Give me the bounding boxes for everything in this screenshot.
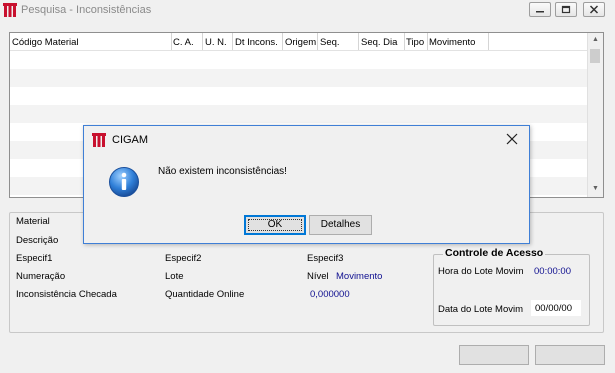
lote-label: Lote: [165, 271, 184, 282]
especif1-label: Especif1: [16, 253, 53, 264]
minimize-icon: [536, 11, 544, 13]
grid-empty-row: [10, 87, 590, 105]
column-header-codigo-material[interactable]: Código Material: [12, 37, 79, 48]
data-lote-value: 00/00/00: [535, 303, 572, 314]
column-separator[interactable]: [202, 33, 203, 50]
restore-button[interactable]: [555, 2, 577, 17]
column-separator[interactable]: [317, 33, 318, 50]
material-label: Material: [16, 216, 50, 227]
footer-button-1[interactable]: [459, 345, 529, 365]
grid-vertical-scrollbar[interactable]: ▲ ▼: [587, 33, 603, 197]
grid-empty-row: [10, 51, 590, 69]
data-lote-label: Data do Lote Movim: [438, 304, 524, 315]
ok-button[interactable]: OK: [244, 215, 306, 235]
column-separator[interactable]: [404, 33, 405, 50]
grid-empty-row: [10, 69, 590, 87]
window-titlebar: Pesquisa - Inconsistências: [0, 0, 615, 22]
column-separator[interactable]: [358, 33, 359, 50]
scrollbar-thumb[interactable]: [590, 49, 600, 63]
footer-button-2[interactable]: [535, 345, 605, 365]
detalhes-button[interactable]: Detalhes: [309, 215, 372, 235]
app-logo-icon: [3, 3, 17, 17]
grid-empty-row: [10, 105, 590, 123]
column-separator[interactable]: [232, 33, 233, 50]
info-icon: [109, 167, 139, 197]
scroll-down-icon[interactable]: ▼: [592, 185, 599, 192]
controle-acesso-title: Controle de Acesso: [443, 247, 546, 259]
app-logo-icon: [92, 133, 106, 147]
data-lote-field[interactable]: 00/00/00: [531, 300, 581, 316]
focus-rect: [248, 219, 302, 231]
minimize-button[interactable]: [529, 2, 551, 17]
message-dialog: CIGAM Não existem inconsistências! OK De…: [83, 125, 530, 244]
especif3-label: Especif3: [307, 253, 344, 264]
column-header-seq-dia[interactable]: Seq. Dia: [361, 37, 397, 48]
numeracao-label: Numeração: [16, 271, 66, 282]
close-button[interactable]: [583, 2, 605, 17]
close-icon: [589, 5, 599, 14]
dialog-message: Não existem inconsistências!: [158, 166, 287, 177]
nivel-value: Movimento: [336, 271, 383, 282]
close-icon[interactable]: [505, 132, 519, 146]
column-separator[interactable]: [488, 33, 489, 50]
hora-lote-label: Hora do Lote Movim: [438, 266, 524, 277]
especif2-label: Especif2: [165, 253, 202, 264]
inconsistencia-checada-label: Inconsistência Checada: [16, 289, 117, 300]
nivel-label: Nível: [307, 271, 329, 282]
detalhes-button-label: Detalhes: [320, 219, 361, 230]
scroll-up-icon[interactable]: ▲: [592, 36, 599, 43]
quantidade-online-label: Quantidade Online: [165, 289, 245, 300]
column-header-tipo[interactable]: Tipo: [406, 37, 424, 48]
descricao-label: Descrição: [16, 235, 59, 246]
column-header-ca[interactable]: C. A.: [173, 37, 194, 48]
column-header-dt-incons[interactable]: Dt Incons.: [235, 37, 278, 48]
hora-lote-value: 00:00:00: [534, 266, 571, 277]
window-title: Pesquisa - Inconsistências: [21, 4, 152, 16]
quantidade-online-value: 0,000000: [310, 289, 350, 300]
column-header-movimento[interactable]: Movimento: [429, 37, 475, 48]
column-separator[interactable]: [282, 33, 283, 50]
column-header-un[interactable]: U. N.: [205, 37, 227, 48]
column-separator[interactable]: [427, 33, 428, 50]
restore-icon: [561, 5, 571, 14]
grid-header: Código Material C. A. U. N. Dt Incons. O…: [10, 33, 590, 51]
column-separator[interactable]: [171, 33, 172, 50]
column-header-origem[interactable]: Origem: [285, 37, 316, 48]
dialog-title: CIGAM: [112, 134, 149, 146]
column-header-seq[interactable]: Seq.: [320, 37, 340, 48]
